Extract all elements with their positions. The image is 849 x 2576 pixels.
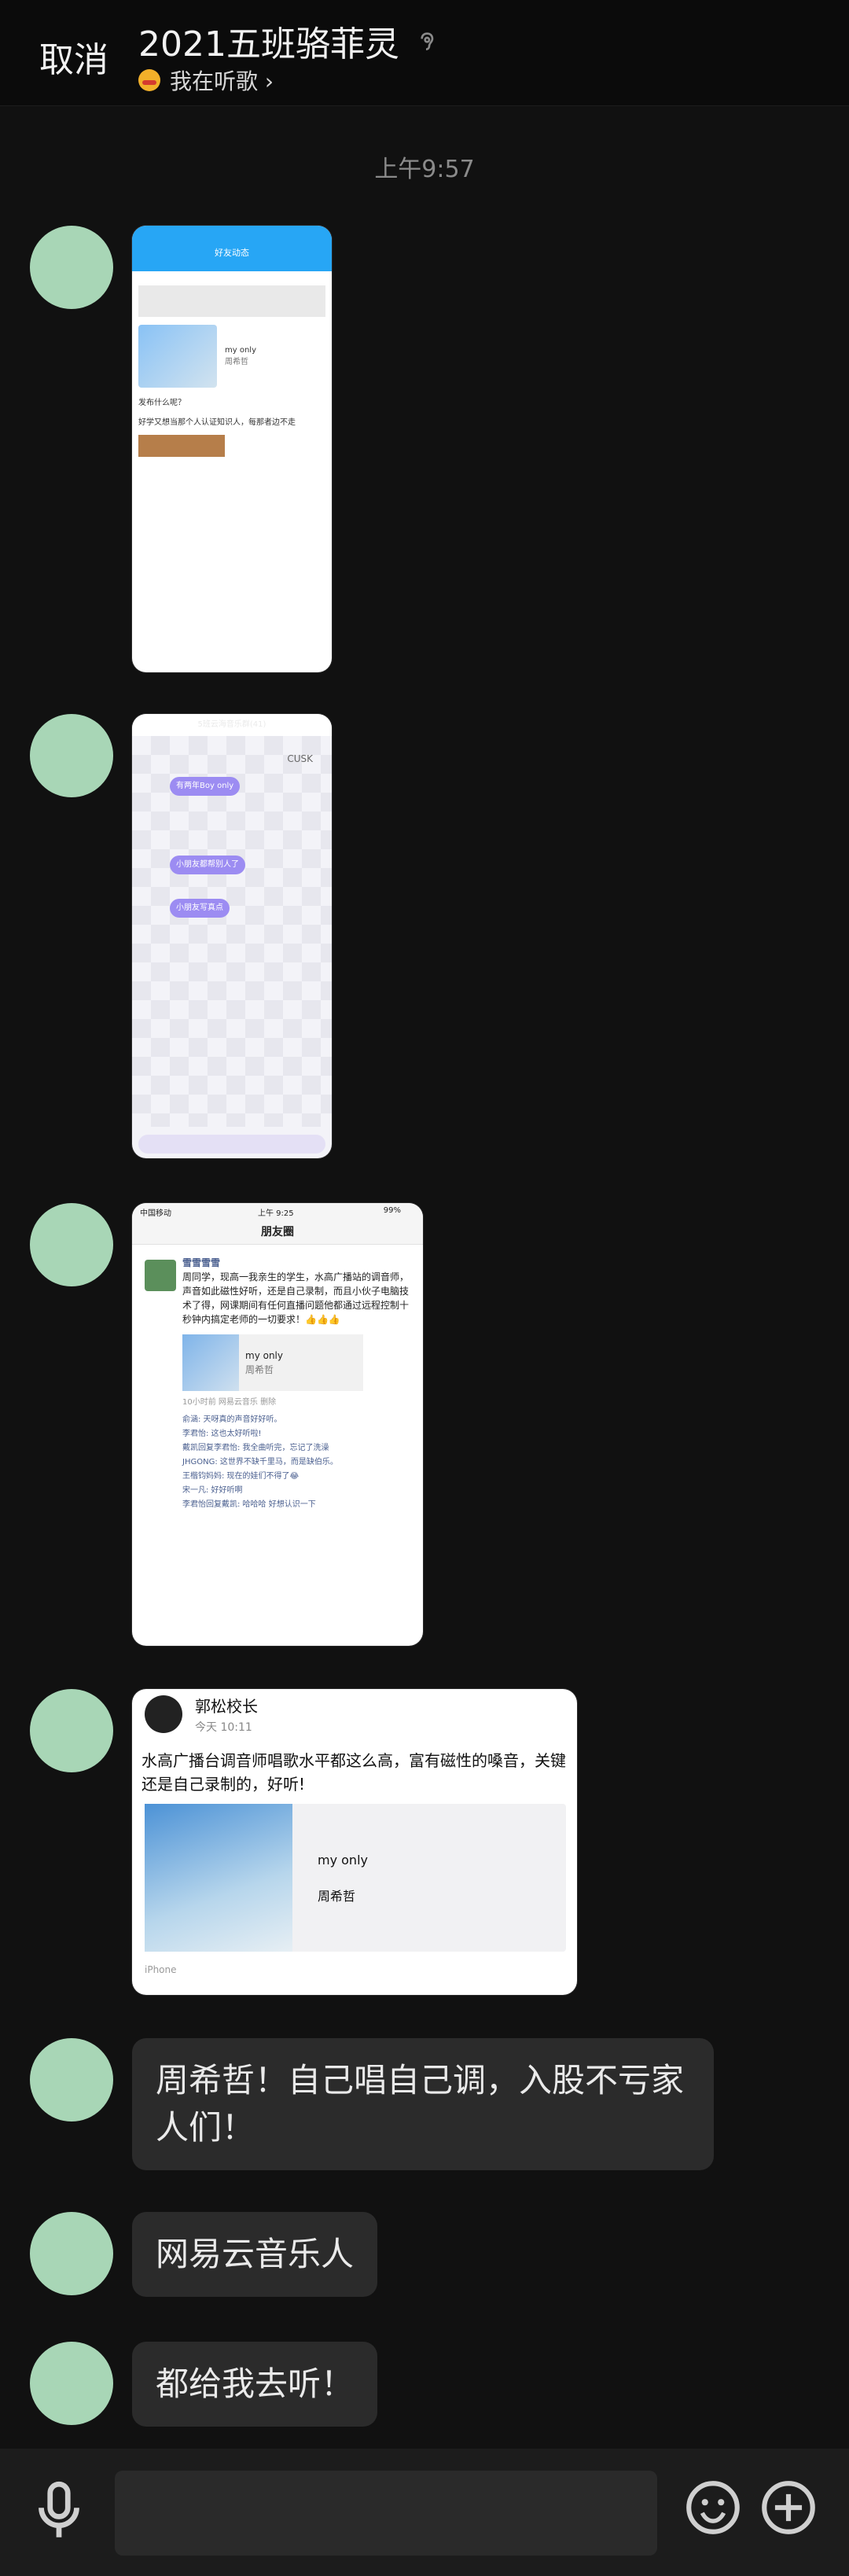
listening-status[interactable]: 我在听歌 › xyxy=(138,64,274,96)
chat-title-text: 2021五班骆菲灵 xyxy=(138,24,399,64)
post-device: iPhone xyxy=(145,1964,177,1975)
brand-watermark: CUSK xyxy=(287,753,313,764)
message-text: 周希哲！自己唱自己调，入股不亏家人们！ xyxy=(156,2061,685,2147)
chat-title: 2021五班骆菲灵 xyxy=(138,16,439,66)
album-cover xyxy=(145,1804,292,1952)
song-artist: 周希哲 xyxy=(245,1364,274,1375)
message-timestamp: 上午9:57 xyxy=(374,156,475,183)
sender-avatar[interactable] xyxy=(30,1203,113,1286)
listening-status-text: 我在听歌 › xyxy=(170,68,274,94)
cancel-button[interactable]: 取消 xyxy=(39,31,108,82)
poster-avatar xyxy=(145,1260,176,1291)
song-title: my only xyxy=(318,1853,368,1868)
poster-avatar xyxy=(145,1695,182,1733)
comment: 戴凯回复李君怡: 我全曲听完，忘记了洗澡 xyxy=(182,1444,329,1452)
qzone-music-card: my only 周希哲 xyxy=(138,325,325,388)
sender-avatar[interactable] xyxy=(30,714,113,797)
qzone-photo xyxy=(138,435,225,457)
message-text: 网易云音乐人 xyxy=(156,2235,355,2273)
comment: 王楷钧妈妈: 现在的娃们不得了😂 xyxy=(182,1472,300,1481)
music-card: my only 周希哲 xyxy=(145,1804,566,1952)
image-message-moments[interactable]: 中国移动 上午 9:25 99% 朋友圈 雪雪雪雪 周同学，现高一我亲生的学生，… xyxy=(132,1203,423,1646)
image-message-post[interactable]: 郭松校长 今天 10:11 水高广播台调音师唱歌水平都这么高，富有磁性的嗓音，关… xyxy=(132,1689,577,1995)
qzone-photo-strip xyxy=(138,285,325,317)
text-message[interactable]: 都给我去听！ xyxy=(132,2342,378,2427)
post-text: 水高广播台调音师唱歌水平都这么高，富有磁性的嗓音，关键还是自己录制的，好听! xyxy=(142,1751,566,1794)
comment: JHGONG: 这世界不缺千里马，而是缺伯乐。 xyxy=(182,1458,338,1466)
text-message[interactable]: 周希哲！自己唱自己调，入股不亏家人们！ xyxy=(132,2038,714,2170)
sender-avatar[interactable] xyxy=(30,2212,113,2295)
add-icon[interactable] xyxy=(756,2475,821,2540)
album-cover xyxy=(138,325,217,388)
qzone-title: 好友动态 xyxy=(215,248,249,258)
sender-avatar[interactable] xyxy=(30,2342,113,2425)
chat-input-bar xyxy=(0,2449,849,2576)
voice-input-icon[interactable] xyxy=(24,2475,94,2546)
sender-avatar[interactable] xyxy=(30,2038,113,2122)
music-card: my only 周希哲 xyxy=(182,1334,363,1391)
comment: 宋一凡: 好好听啊 xyxy=(182,1486,243,1495)
emoji-icon[interactable] xyxy=(681,2475,745,2540)
status-battery: 99% xyxy=(383,1206,401,1215)
status-carrier: 中国移动 xyxy=(140,1209,171,1218)
chat-bubble: 有两年Boy only xyxy=(170,777,241,796)
chat-header: 取消 2021五班骆菲灵 我在听歌 › xyxy=(0,0,849,106)
qzone-caption: 好学又想当那个人认证知识人，每那者边不走 xyxy=(138,418,296,427)
status-time: 上午 9:25 xyxy=(258,1209,294,1218)
comment: 李君怡回复戴凯: 哈哈哈 好想认识一下 xyxy=(182,1500,316,1509)
image-message-qzone[interactable]: 好友动态 my only 周希哲 发布什么呢？ 好学又想当那个人认证知识人，每那… xyxy=(132,226,332,672)
comment: 俞涵: 天呀真的声音好好听。 xyxy=(182,1415,282,1424)
poster-name: 雪雪雪雪 xyxy=(182,1257,221,1268)
image-message-group-chat[interactable]: 5班云海音乐群(41) 有两年Boy only 小朋友都帮别人了 小朋友写真点 … xyxy=(132,714,332,1158)
qzone-content: my only 周希哲 发布什么呢？ 好学又想当那个人认证知识人，每那者边不走 xyxy=(132,271,332,463)
group-chat-header: 5班云海音乐群(41) xyxy=(132,714,332,736)
post-footer: 10小时前 网易云音乐 删除 xyxy=(182,1398,277,1407)
message-input[interactable] xyxy=(115,2471,657,2556)
message-text: 都给我去听！ xyxy=(156,2364,355,2403)
song-artist: 周希哲 xyxy=(318,1889,356,1904)
song-artist: 周希哲 xyxy=(225,358,248,366)
post-time: 今天 10:11 xyxy=(195,1721,252,1734)
comment: 李君怡: 这也太好听啦! xyxy=(182,1430,262,1438)
post-text: 周同学，现高一我亲生的学生，水高广播站的调音师，声音如此磁性好听，还是自己录制，… xyxy=(182,1271,410,1325)
group-chat-input xyxy=(138,1135,325,1154)
album-cover xyxy=(182,1334,239,1391)
sender-avatar[interactable] xyxy=(30,226,113,309)
chat-bubble: 小朋友都帮别人了 xyxy=(170,856,245,874)
poster-name: 郭松校长 xyxy=(195,1697,258,1716)
moments-topbar: 中国移动 上午 9:25 99% 朋友圈 xyxy=(132,1203,423,1245)
emoji-face-icon xyxy=(138,69,160,91)
song-title: my only xyxy=(245,1350,283,1361)
text-message[interactable]: 网易云音乐人 xyxy=(132,2212,378,2297)
qzone-caption: 发布什么呢？ xyxy=(138,399,186,407)
ear-icon xyxy=(421,32,434,50)
song-title: my only xyxy=(225,346,256,355)
qzone-topbar: 好友动态 xyxy=(132,226,332,271)
sender-avatar[interactable] xyxy=(30,1689,113,1772)
chat-bubble: 小朋友写真点 xyxy=(170,899,230,918)
moments-title: 朋友圈 xyxy=(261,1226,294,1238)
